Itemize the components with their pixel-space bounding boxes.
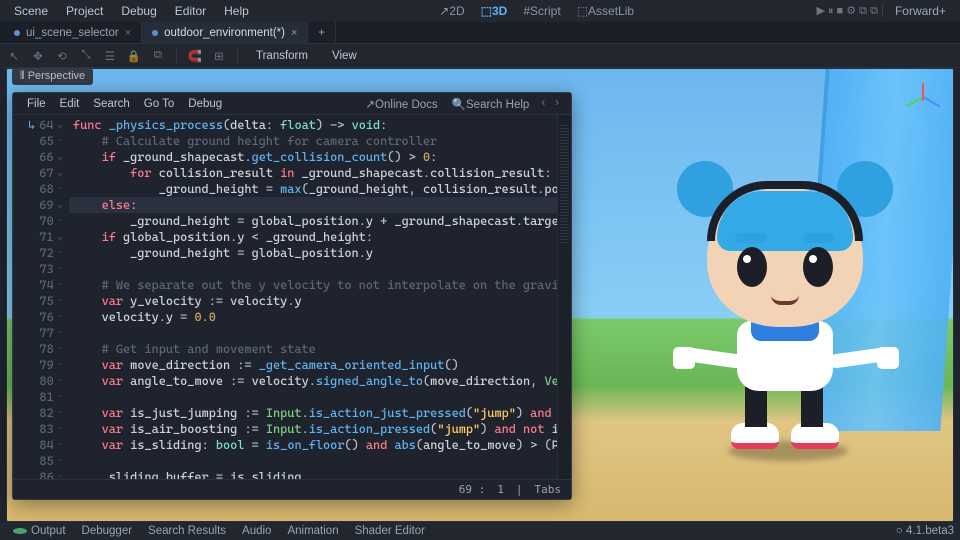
workspace-assetlib[interactable]: ⬚AssetLib: [570, 2, 641, 20]
bottom-panel-bar: OutputDebuggerSearch ResultsAudioAnimati…: [0, 522, 960, 540]
group-icon[interactable]: ⧉: [150, 48, 166, 64]
ruler-icon[interactable]: 🧲: [187, 48, 203, 64]
scene-tab[interactable]: ui_scene_selector ×: [4, 22, 142, 43]
bottom-panel-output[interactable]: Output: [6, 525, 73, 537]
cursor-line: 69 :: [459, 483, 486, 496]
orientation-gizmo[interactable]: [903, 79, 943, 119]
indent-mode[interactable]: Tabs: [535, 483, 562, 496]
menu-debug[interactable]: Debug: [113, 2, 164, 20]
main-menubar: SceneProjectDebugEditorHelp ↗2D⬚3D#Scrip…: [0, 0, 960, 22]
move-tool-icon[interactable]: ✥: [30, 48, 46, 64]
code-area[interactable]: ↳ 64⌄65·66⌄67⌄68·69⌄70·71⌄72·73·74·75·76…: [13, 115, 571, 479]
view-menu[interactable]: View: [324, 48, 365, 64]
online-docs-button[interactable]: ↗Online Docs: [359, 95, 443, 113]
scene-tab[interactable]: outdoor_environment(*) ×: [142, 22, 308, 43]
cursor-col: 1: [497, 483, 504, 496]
nav-forward-icon[interactable]: ›: [551, 95, 563, 113]
playback-controls[interactable]: ▶ ⏸ ■ ⚙ ⧉ ⧉: [816, 4, 877, 18]
bottom-panel-search-results[interactable]: Search Results: [141, 525, 233, 537]
tab-label: outdoor_environment(*): [164, 27, 285, 39]
scene-tabs: ui_scene_selector×outdoor_environment(*)…: [0, 22, 960, 44]
render-mode-dropdown[interactable]: Forward+: [887, 2, 954, 20]
script-editor: FileEditSearchGo ToDebug ↗Online Docs 🔍S…: [12, 92, 572, 500]
script-menu-go-to[interactable]: Go To: [138, 96, 180, 112]
bottom-panel-debugger[interactable]: Debugger: [75, 525, 140, 537]
minimap[interactable]: [557, 115, 571, 479]
scene-character: [673, 161, 893, 461]
lock-icon[interactable]: 🔒: [126, 48, 142, 64]
workspace-script[interactable]: #Script: [516, 2, 567, 20]
search-help-button[interactable]: 🔍Search Help: [446, 95, 536, 113]
snap-icon[interactable]: ⊞: [211, 48, 227, 64]
script-menu-file[interactable]: File: [21, 96, 52, 112]
menu-help[interactable]: Help: [216, 2, 257, 20]
viewport-toolbar: ↖ ✥ ⟲ ⤡ ☰ 🔒 ⧉ 🧲 ⊞ Transform View: [0, 44, 960, 68]
version-label: ○ 4.1.beta3: [896, 525, 954, 537]
transform-menu[interactable]: Transform: [248, 48, 316, 64]
menu-project[interactable]: Project: [58, 2, 111, 20]
script-status-bar: 69 : 1 | Tabs: [13, 479, 571, 499]
close-icon[interactable]: ×: [291, 27, 297, 39]
script-menu-search[interactable]: Search: [87, 96, 135, 112]
scene-icon: [14, 30, 20, 36]
script-menu-debug[interactable]: Debug: [182, 96, 228, 112]
add-tab-button[interactable]: +: [308, 22, 336, 43]
rotate-tool-icon[interactable]: ⟲: [54, 48, 70, 64]
bottom-panel-audio[interactable]: Audio: [235, 525, 278, 537]
workspace-3d[interactable]: ⬚3D: [474, 2, 515, 20]
menu-scene[interactable]: Scene: [6, 2, 56, 20]
tab-label: ui_scene_selector: [26, 27, 119, 39]
scale-tool-icon[interactable]: ⤡: [78, 48, 94, 64]
script-menu-edit[interactable]: Edit: [54, 96, 86, 112]
scene-icon: [152, 30, 158, 36]
close-icon[interactable]: ×: [125, 27, 131, 39]
nav-back-icon[interactable]: ‹: [537, 95, 549, 113]
list-tool-icon[interactable]: ☰: [102, 48, 118, 64]
perspective-toggle[interactable]: ⫴ Perspective: [12, 68, 93, 85]
bottom-panel-shader-editor[interactable]: Shader Editor: [348, 525, 432, 537]
script-menubar: FileEditSearchGo ToDebug ↗Online Docs 🔍S…: [13, 93, 571, 115]
menu-editor[interactable]: Editor: [167, 2, 214, 20]
workspace-2d[interactable]: ↗2D: [432, 2, 471, 20]
bottom-panel-animation[interactable]: Animation: [280, 525, 345, 537]
select-tool-icon[interactable]: ↖: [6, 48, 22, 64]
